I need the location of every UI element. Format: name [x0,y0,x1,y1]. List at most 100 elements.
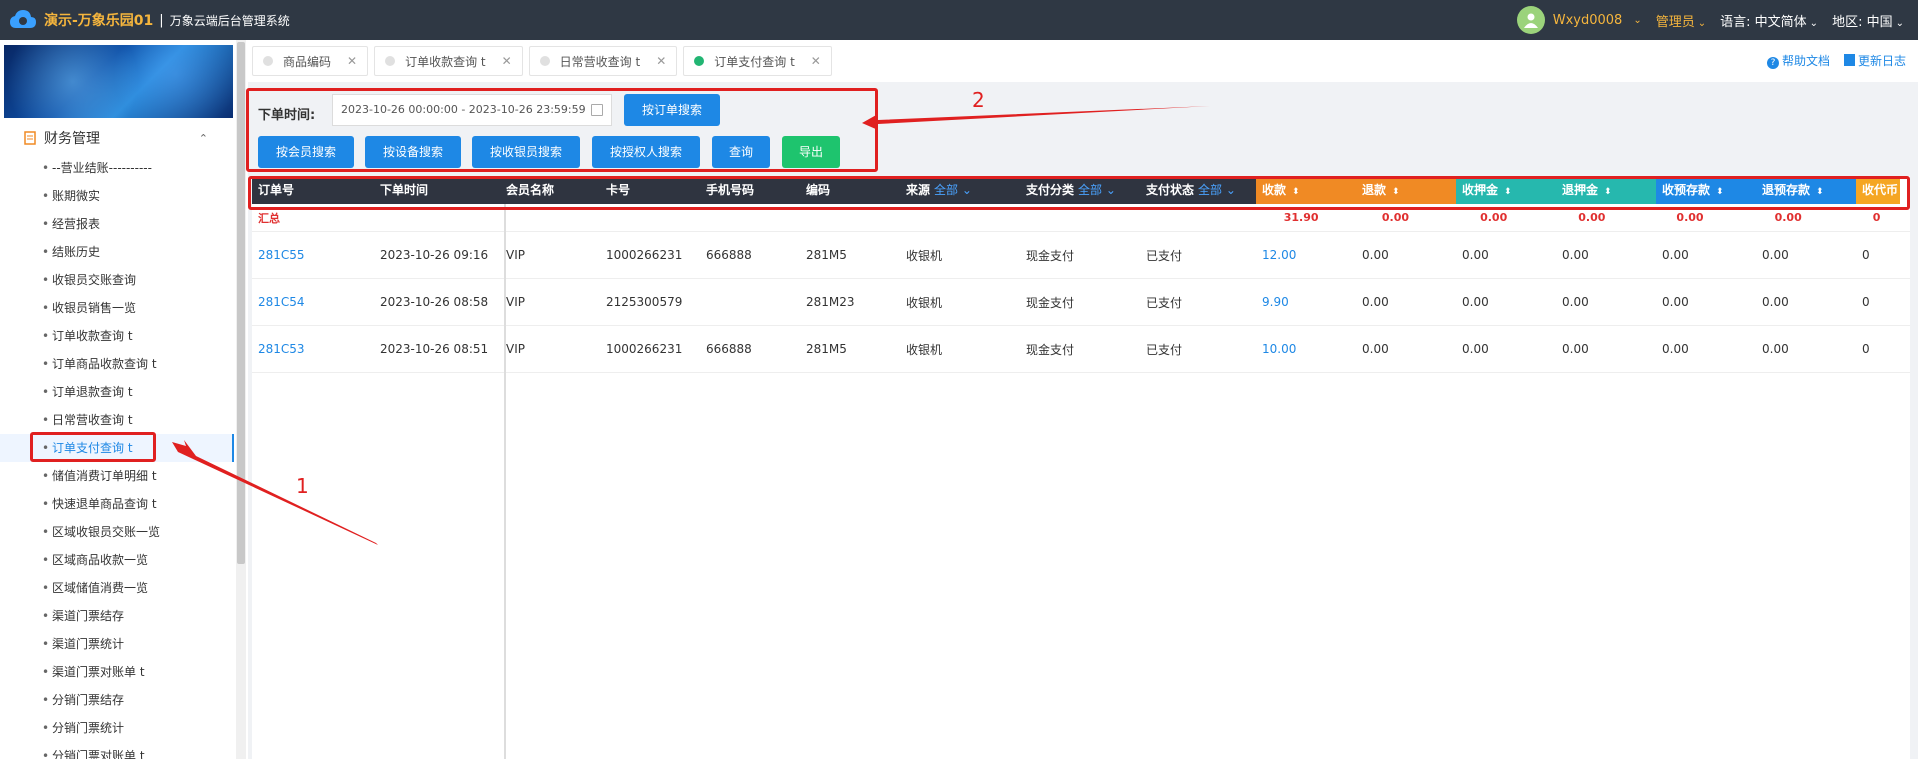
cell-receipt[interactable]: 9.90 [1256,295,1356,309]
sidebar-item[interactable]: 分销门票统计 [0,714,234,742]
changelog-link[interactable]: 更新日志 [1843,52,1906,69]
sidebar-item[interactable]: 储值消费订单明细 t [0,462,234,490]
cell-token-in: 0 [1862,342,1870,356]
payment-table: 订单号 下单时间 会员名称 卡号 手机号码 编码 来源 全部 ⌄ 支付分类 全部 ⌄… [252,176,1910,759]
cell-member: VIP [506,295,525,309]
tab-order-receipt-query[interactable]: 订单收款查询 t ✕ [374,46,523,76]
sidebar-item[interactable]: 账期微实 [0,182,234,210]
fixed-column-divider [504,204,506,759]
close-icon[interactable]: ✕ [347,54,357,68]
table-row[interactable]: 281C53 2023-10-26 08:51 VIP 1000266231 6… [252,326,1910,373]
cell-pay-status: 已支付 [1146,295,1183,310]
ledger-icon [24,131,36,145]
sidebar-item[interactable]: 日常营收查询 t [0,406,234,434]
sidebar-item[interactable]: 渠道门票结存 [0,602,234,630]
role-menu[interactable]: 管理员 ⌄ [1656,11,1706,30]
language-menu[interactable]: 语言: 中文简体 ⌄ [1720,11,1818,30]
cell-code: 281M5 [806,342,847,356]
order-no-link[interactable]: 281C53 [252,342,374,356]
sidebar-item[interactable]: 渠道门票对账单 t [0,658,234,686]
sidebar-item-label: 区域储值消费一览 [52,581,149,595]
sidebar-item-label: 区域商品收款一览 [52,553,149,567]
cell-source: 收银机 [906,295,943,310]
user-menu[interactable]: Wxyd0008 ⌄ [1516,6,1642,34]
sidebar-item[interactable]: --营业结账---------- [0,154,234,182]
close-icon[interactable]: ✕ [811,54,821,68]
sidebar-item[interactable]: 分销门票结存 [0,686,234,714]
order-no-link[interactable]: 281C55 [252,248,374,262]
tab-status-dot [385,56,396,66]
cell-prepay-out: 0.00 [1762,295,1789,309]
sidebar-scrollbar-thumb[interactable] [237,42,245,564]
role-label: 管理员 [1655,14,1695,30]
chevron-up-icon[interactable]: ⌃ [199,132,208,145]
summary-receipt: 31.90 [1283,211,1319,224]
cell-phone: 666888 [706,248,752,262]
sidebar-item[interactable]: 订单商品收款查询 t [0,350,234,378]
sidebar-item-label: 订单退款查询 t [52,385,133,399]
cell-pay-status: 已支付 [1146,342,1183,357]
cell-refund: 0.00 [1362,295,1389,309]
chevron-down-icon: ⌄ [1697,17,1707,29]
cell-deposit-in: 0.00 [1462,248,1489,262]
summary-deposit-in: 0.00 [1480,211,1508,224]
region-menu[interactable]: 地区: 中国 ⌄ [1832,11,1904,30]
sidebar-item[interactable]: 订单收款查询 t [0,322,234,350]
brand-name: 演示-万象乐园01 [44,13,154,29]
sidebar: 财务管理 ⌃ --营业结账---------- 账期微实 经营报表 结账历史 收… [0,40,240,759]
tab-daily-revenue-query[interactable]: 日常营收查询 t ✕ [528,46,678,76]
system-title: 万象云端后台管理系统 [169,13,290,28]
cell-pay-status: 已支付 [1146,248,1183,263]
sidebar-item[interactable]: 分销门票对账单 t [0,742,234,759]
sidebar-item-label: 区域收银员交账一览 [52,525,161,539]
cell-receipt[interactable]: 10.00 [1256,342,1356,356]
cell-refund: 0.00 [1362,248,1389,262]
order-no-link[interactable]: 281C54 [252,295,374,309]
sidebar-item[interactable]: 快速退单商品查询 t [0,490,234,518]
sidebar-item[interactable]: 区域储值消费一览 [0,574,234,602]
close-icon[interactable]: ✕ [502,54,512,68]
sidebar-item[interactable]: 收银员销售一览 [0,294,234,322]
sidebar-item-label: 收银员销售一览 [52,301,137,315]
help-docs-link[interactable]: ? 帮助文档 [1766,52,1830,69]
sidebar-item[interactable]: 经营报表 [0,210,234,238]
cell-card: 1000266231 [606,248,683,262]
sidebar-item[interactable]: 区域收银员交账一览 [0,518,234,546]
table-row[interactable]: 281C55 2023-10-26 09:16 VIP 1000266231 6… [252,232,1910,279]
tab-bar: 商品编码 ✕ 订单收款查询 t ✕ 日常营收查询 t ✕ 订单支付查询 t ✕ ? 帮助文… [248,40,1918,82]
cell-pay-type: 现金支付 [1026,342,1075,357]
sidebar-item[interactable]: 区域商品收款一览 [0,546,234,574]
annotation-number-1: 1 [296,474,309,498]
tab-product-code[interactable]: 商品编码 ✕ [252,46,369,76]
title-separator: | [159,12,164,28]
sidebar-item-label: 订单收款查询 t [52,329,133,343]
close-icon[interactable]: ✕ [656,54,666,68]
cell-source: 收银机 [906,248,943,263]
sidebar-item-label: 结账历史 [52,245,101,259]
cell-prepay-out: 0.00 [1762,342,1789,356]
sidebar-item-label: 账期微实 [52,189,101,203]
cell-card: 1000266231 [606,342,683,356]
cell-phone: 666888 [706,342,752,356]
cell-receipt[interactable]: 12.00 [1256,248,1356,262]
region-value: 中国 [1866,14,1893,30]
cell-pay-type: 现金支付 [1026,295,1075,310]
sidebar-item[interactable]: 结账历史 [0,238,234,266]
menu-section-finance[interactable]: 财务管理 ⌃ [0,124,234,152]
logo: 演示-万象乐园01 | 万象云端后台管理系统 [0,8,290,32]
annotation-box-filters [246,88,878,172]
sidebar-item[interactable]: 收银员交账查询 [0,266,234,294]
region-label: 地区: [1832,14,1863,30]
sidebar-item[interactable]: 渠道门票统计 [0,630,234,658]
tab-status-dot [263,56,273,66]
sidebar-item-label: 渠道门票对账单 t [52,665,145,679]
summary-token-in: 0 [1872,211,1881,224]
sidebar-item-label: 日常营收查询 t [52,413,133,427]
top-bar: 演示-万象乐园01 | 万象云端后台管理系统 Wxyd0008 ⌄ 管理员 ⌄ 语言… [0,0,1918,40]
table-row[interactable]: 281C54 2023-10-26 08:58 VIP 2125300579 2… [252,279,1910,326]
cell-token-in: 0 [1862,248,1870,262]
sidebar-item-label: 分销门票统计 [52,721,125,735]
cell-deposit-in: 0.00 [1462,342,1489,356]
tab-order-payment-query[interactable]: 订单支付查询 t ✕ [683,46,832,76]
sidebar-item[interactable]: 订单退款查询 t [0,378,234,406]
